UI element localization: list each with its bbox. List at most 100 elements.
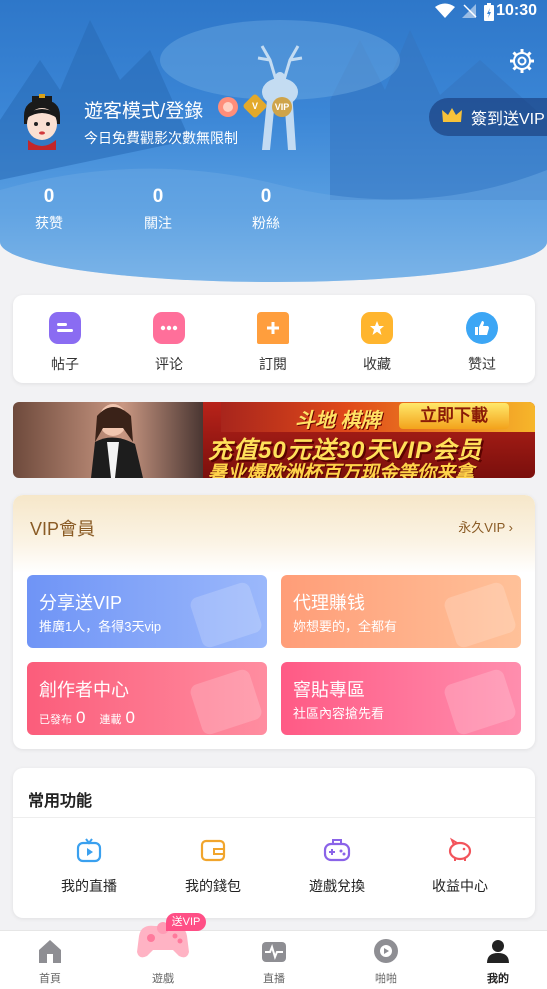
creator-title: 創作者中心 (39, 680, 129, 700)
sticky-zone-tile[interactable]: 窨貼專區 社區內容搶先看 (281, 662, 521, 735)
my-live-label: 我的直播 (61, 878, 117, 894)
profile-page: 10:30 遊客模式/登錄 V VIP 今日免費觀影次數無限制 簽到送VIP 0… (0, 0, 547, 989)
game-exchange-label: 遊戲兌換 (309, 878, 365, 894)
my-wallet-button[interactable]: 我的錢包 (168, 836, 258, 896)
stat-following-label: 關注 (144, 215, 172, 231)
published-count: 0 (76, 708, 86, 727)
tab-live[interactable]: 直播 (244, 937, 304, 986)
settings-gear-icon[interactable] (509, 48, 535, 74)
stat-likes[interactable]: 0 获赞 (9, 186, 89, 233)
gamepad-deco-icon (442, 580, 518, 648)
chevron-right-icon: › (508, 520, 513, 535)
tab-me[interactable]: 我的 (468, 937, 528, 986)
forever-vip-label: 永久VIP (458, 520, 506, 535)
tab-games-label: 遊戲 (152, 973, 174, 985)
post-icon (49, 312, 81, 344)
home-icon (36, 937, 64, 965)
tab-me-label: 我的 (487, 973, 509, 985)
star-icon (361, 312, 393, 344)
play-icon (372, 937, 400, 965)
quick-subscriptions-label: 訂閱 (259, 356, 287, 372)
checkin-vip-button[interactable]: 簽到送VIP (429, 98, 547, 136)
avatar[interactable] (18, 94, 66, 150)
thumbs-up-icon (466, 312, 498, 344)
sticky-desc: 社區內容搶先看 (293, 706, 385, 721)
vip-badge-icon: VIP (272, 97, 292, 117)
my-live-button[interactable]: 我的直播 (44, 836, 134, 896)
vip-card: VIP會員 永久VIP › 分享送VIP 推廣1人，各得3天vip 代理賺钱 妳… (13, 495, 535, 749)
banner-subline: 暑业爆欧洲杯百万现金等你来拿 (208, 463, 475, 478)
quick-liked[interactable]: 赞过 (447, 312, 517, 374)
user-subtitle: 今日免費觀影次數無限制 (84, 130, 238, 146)
tab-papa[interactable]: 啪啪 (356, 937, 416, 986)
share-vip-tile[interactable]: 分享送VIP 推廣1人，各得3天vip (27, 575, 267, 648)
tv-icon (75, 836, 103, 864)
tab-home[interactable]: 首頁 (20, 937, 80, 986)
quick-subscriptions[interactable]: 訂閱 (238, 312, 308, 374)
common-functions-card: 常用功能 我的直播 我的錢包 遊戲兌換 收益中心 (13, 768, 535, 918)
tab-home-label: 首頁 (39, 973, 61, 985)
creator-center-tile[interactable]: 創作者中心 已發布 0 連載 0 (27, 662, 267, 735)
bottom-tab-bar: 首頁 遊戲 直播 啪啪 我的 (0, 930, 547, 989)
stat-following[interactable]: 0 關注 (118, 186, 198, 233)
bookmark-icon (257, 312, 289, 344)
quick-comments[interactable]: 评论 (134, 312, 204, 374)
stat-likes-label: 获赞 (35, 215, 63, 231)
checkin-label: 簽到送VIP (471, 111, 545, 128)
crown-icon (441, 106, 463, 129)
share-vip-desc: 推廣1人，各得3天vip (39, 619, 162, 634)
status-time: 10:30 (496, 2, 537, 19)
quick-comments-label: 评论 (155, 356, 183, 372)
peach-badge-icon (218, 97, 238, 117)
tab-papa-label: 啪啪 (375, 973, 397, 985)
stat-fans-label: 粉絲 (252, 215, 280, 231)
serial-count: 0 (125, 708, 135, 727)
status-bar: 10:30 (0, 0, 547, 26)
quick-posts-label: 帖子 (51, 356, 79, 372)
quick-liked-label: 赞过 (468, 356, 496, 372)
sticky-deco-icon (442, 667, 518, 735)
battery-icon (483, 3, 495, 26)
tab-live-label: 直播 (263, 973, 285, 985)
divider (13, 817, 535, 818)
signal-icon (461, 3, 477, 24)
header-background (0, 20, 547, 282)
stat-fans[interactable]: 0 粉絲 (226, 186, 306, 233)
serial-label: 連載 (99, 714, 122, 726)
vip-title: VIP會員 (30, 519, 96, 539)
send-vip-tag: 送VIP (166, 913, 206, 931)
my-wallet-label: 我的錢包 (185, 878, 241, 894)
vip-card-deco-icon (188, 580, 264, 648)
quick-favorites[interactable]: 收藏 (342, 312, 412, 374)
user-badges: V VIP (218, 93, 292, 119)
common-functions-title: 常用功能 (28, 793, 93, 810)
agent-tile[interactable]: 代理賺钱 妳想要的，全都有 (281, 575, 521, 648)
quick-posts[interactable]: 帖子 (30, 312, 100, 374)
comment-icon (153, 312, 185, 344)
banner-download-button[interactable]: 立即下載 (399, 403, 509, 429)
quick-actions-card: 帖子 评论 訂閱 收藏 赞过 (13, 295, 535, 383)
agent-desc: 妳想要的，全都有 (293, 619, 398, 634)
forever-vip-link[interactable]: 永久VIP › (458, 517, 513, 536)
promo-banner[interactable]: 斗地 棋牌 立即下載 充值50元送30天VIP会员 暑业爆欧洲杯百万现金等你来拿 (13, 402, 535, 478)
v-badge-icon: V (242, 93, 268, 119)
gamepad-icon (323, 836, 351, 864)
wallet-icon (199, 836, 227, 864)
user-name[interactable]: 遊客模式/登錄 (84, 96, 203, 123)
sticky-title: 窨貼專區 (293, 680, 365, 700)
live-icon (260, 937, 288, 965)
earnings-center-button[interactable]: 收益中心 (415, 836, 505, 896)
quick-favorites-label: 收藏 (363, 356, 391, 372)
creator-stats: 已發布 0 連載 0 (39, 708, 145, 728)
game-exchange-button[interactable]: 遊戲兌換 (292, 836, 382, 896)
profile-header: 10:30 遊客模式/登錄 V VIP 今日免費觀影次數無限制 簽到送VIP 0… (0, 0, 547, 282)
wifi-icon (435, 3, 455, 24)
stat-likes-value: 0 (43, 186, 55, 207)
agent-title: 代理賺钱 (293, 593, 365, 613)
banner-brand: 斗地 棋牌 (295, 410, 381, 432)
creator-deco-icon (188, 667, 264, 735)
piggy-bank-icon (446, 836, 474, 864)
published-label: 已發布 (39, 714, 72, 726)
profile-icon (484, 937, 512, 965)
stat-fans-value: 0 (260, 186, 272, 207)
